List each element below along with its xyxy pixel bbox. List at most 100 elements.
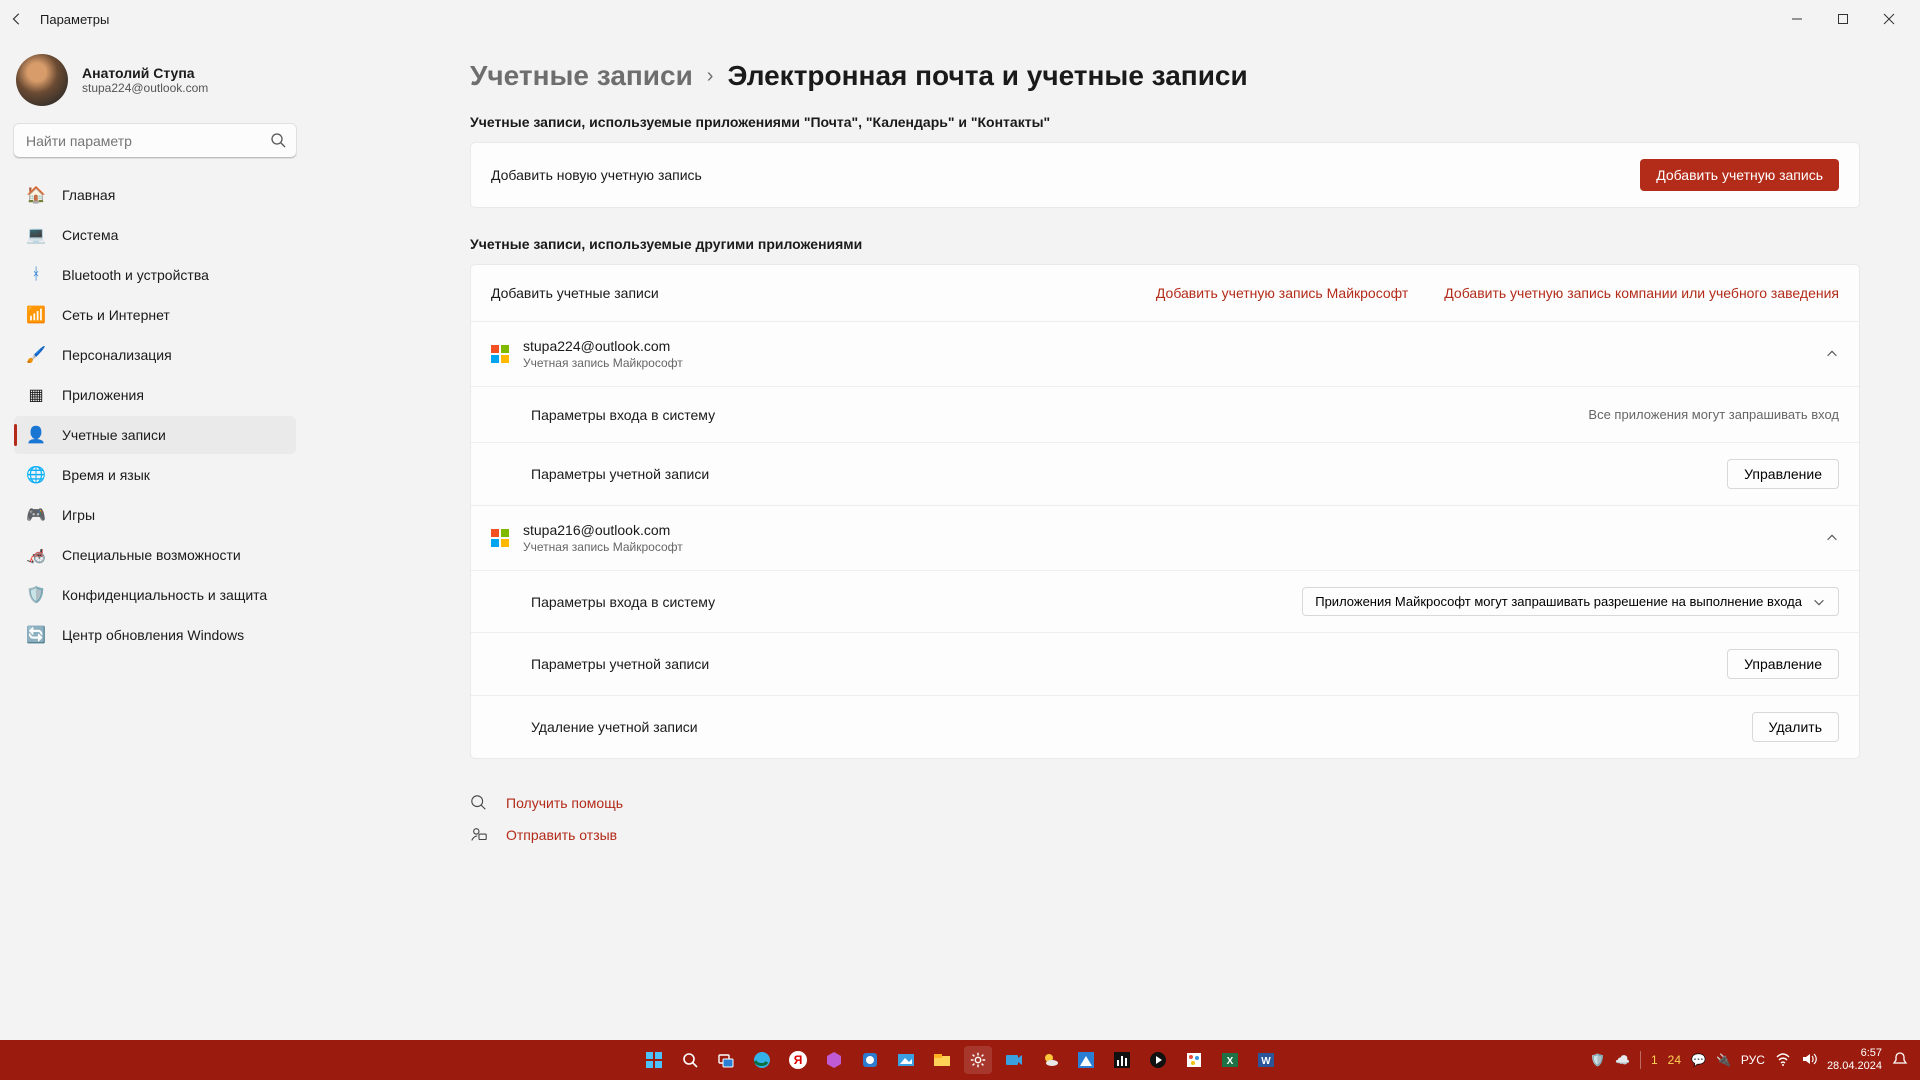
explorer-icon[interactable] [928, 1046, 956, 1074]
onedrive-icon[interactable]: ☁️ [1615, 1053, 1630, 1067]
clock-date: 28.04.2024 [1827, 1060, 1882, 1073]
nav-privacy[interactable]: 🛡️ Конфиденциальность и защита [14, 576, 296, 614]
nav-games[interactable]: 🎮Игры [14, 496, 296, 534]
card-email-accounts: Добавить новую учетную запись Добавить у… [470, 142, 1860, 208]
account-email: stupa216@outlook.com [523, 522, 683, 538]
tray-separator [1640, 1051, 1641, 1069]
profile-block[interactable]: Анатолий Ступа stupa224@outlook.com [14, 48, 296, 124]
svg-text:W: W [1261, 1056, 1271, 1067]
system-tray: 🛡️ ☁️ 1 24 💬 🔌 РУС 6:57 28.04.2024 [1590, 1047, 1920, 1073]
nav-label: Конфиденциальность и защита [62, 587, 267, 603]
delete-button[interactable]: Удалить [1752, 712, 1839, 742]
titlebar: Параметры [0, 0, 1920, 38]
add-org-account-link[interactable]: Добавить учетную запись компании или уче… [1444, 285, 1839, 301]
home-icon: 🏠 [26, 185, 46, 205]
nav-label: Центр обновления Windows [62, 627, 244, 643]
wifi-icon[interactable] [1775, 1051, 1791, 1070]
maximize-button[interactable] [1820, 4, 1866, 34]
brush-icon: 🖌️ [26, 345, 46, 365]
globe-icon: 🌐 [26, 465, 46, 485]
feedback-link: Отправить отзыв [506, 827, 617, 843]
nav-network[interactable]: 📶Сеть и Интернет [14, 296, 296, 334]
settings-icon[interactable] [964, 1046, 992, 1074]
account-header[interactable]: stupa216@outlook.com Учетная запись Майк… [471, 505, 1859, 570]
minimize-button[interactable] [1774, 4, 1820, 34]
manage-button[interactable]: Управление [1727, 459, 1839, 489]
network-icon: 📶 [26, 305, 46, 325]
nav-home[interactable]: 🏠Главная [14, 176, 296, 214]
nav-label: Персонализация [62, 347, 172, 363]
profile-name: Анатолий Ступа [82, 65, 208, 81]
user-icon: 👤 [26, 425, 46, 445]
nav-update[interactable]: 🔄Центр обновления Windows [14, 616, 296, 654]
tray-chat-icon[interactable]: 💬 [1691, 1053, 1706, 1067]
nav-label: Приложения [62, 387, 144, 403]
start-button[interactable] [640, 1046, 668, 1074]
taskbar-search-icon[interactable] [676, 1046, 704, 1074]
chevron-right-icon: › [707, 65, 714, 88]
add-account-row: Добавить учетные записи Добавить учетную… [471, 265, 1859, 321]
photos-icon[interactable] [892, 1046, 920, 1074]
microsoft-logo-icon [491, 529, 509, 547]
tray-usb-icon[interactable]: 🔌 [1716, 1053, 1731, 1067]
back-button[interactable] [8, 10, 26, 28]
row-label: Удаление учетной записи [531, 719, 698, 735]
word-icon[interactable]: W [1252, 1046, 1280, 1074]
nav-timelang[interactable]: 🌐Время и язык [14, 456, 296, 494]
m365-icon[interactable] [856, 1046, 884, 1074]
taskbar-center: Я X W [640, 1046, 1280, 1074]
feedback-link-row[interactable]: Отправить отзыв [470, 819, 1860, 851]
microsoft-logo-icon [491, 345, 509, 363]
taskbar: Я X W 🛡️ ☁️ 1 24 💬 🔌 РУС 6:57 28.04.2024 [0, 1040, 1920, 1080]
app-blue-icon[interactable] [1072, 1046, 1100, 1074]
yandex-icon[interactable]: Я [784, 1046, 812, 1074]
search-box[interactable] [14, 124, 296, 158]
nav-personalization[interactable]: 🖌️ Персонализация [14, 336, 296, 374]
tray-app-icon[interactable]: 🛡️ [1590, 1053, 1605, 1067]
excel-icon[interactable]: X [1216, 1046, 1244, 1074]
edge-icon[interactable] [748, 1046, 776, 1074]
card-other-accounts: Добавить учетные записи Добавить учетную… [470, 264, 1860, 759]
close-button[interactable] [1866, 4, 1912, 34]
nav-label: Игры [62, 507, 95, 523]
language-indicator[interactable]: РУС [1741, 1053, 1765, 1067]
tray-count1[interactable]: 1 [1651, 1053, 1658, 1067]
account-delete-row: Удаление учетной записи Удалить [471, 695, 1859, 758]
nav: 🏠Главная 💻Система ᚼBluetooth и устройств… [14, 176, 296, 654]
shield-icon: 🛡️ [26, 585, 46, 605]
clock[interactable]: 6:57 28.04.2024 [1827, 1047, 1882, 1073]
nav-system[interactable]: 💻Система [14, 216, 296, 254]
search-input[interactable] [14, 124, 296, 158]
add-email-button[interactable]: Добавить учетную запись [1640, 159, 1839, 191]
account-type: Учетная запись Майкрософт [523, 356, 683, 370]
nav-accounts[interactable]: 👤Учетные записи [14, 416, 296, 454]
signin-hint: Все приложения могут запрашивать вход [1588, 407, 1839, 422]
notifications-icon[interactable] [1892, 1051, 1908, 1070]
volume-icon[interactable] [1801, 1051, 1817, 1070]
help-link: Получить помощь [506, 795, 623, 811]
row-label: Параметры учетной записи [531, 656, 709, 672]
help-link-row[interactable]: Получить помощь [470, 787, 1860, 819]
breadcrumb-root[interactable]: Учетные записи [470, 60, 693, 92]
manage-button[interactable]: Управление [1727, 649, 1839, 679]
video-icon[interactable] [1000, 1046, 1028, 1074]
tray-count2[interactable]: 24 [1668, 1053, 1681, 1067]
nav-label: Система [62, 227, 118, 243]
nav-bluetooth[interactable]: ᚼBluetooth и устройства [14, 256, 296, 294]
signin-dropdown[interactable]: Приложения Майкрософт могут запрашивать … [1302, 587, 1839, 616]
app-chart-icon[interactable] [1108, 1046, 1136, 1074]
nav-apps[interactable]: ▦Приложения [14, 376, 296, 414]
account-type: Учетная запись Майкрософт [523, 540, 683, 554]
nav-accessibility[interactable]: 🦽Специальные возможности [14, 536, 296, 574]
account-email: stupa224@outlook.com [523, 338, 683, 354]
paint-icon[interactable] [1180, 1046, 1208, 1074]
search-icon [270, 132, 286, 153]
weather-icon[interactable] [1036, 1046, 1064, 1074]
feedback-icon [470, 826, 488, 844]
dropdown-value: Приложения Майкрософт могут запрашивать … [1315, 594, 1802, 609]
account-header[interactable]: stupa224@outlook.com Учетная запись Майк… [471, 321, 1859, 386]
app-hex-icon[interactable] [820, 1046, 848, 1074]
add-ms-account-link[interactable]: Добавить учетную запись Майкрософт [1156, 285, 1408, 301]
media-player-icon[interactable] [1144, 1046, 1172, 1074]
taskview-icon[interactable] [712, 1046, 740, 1074]
